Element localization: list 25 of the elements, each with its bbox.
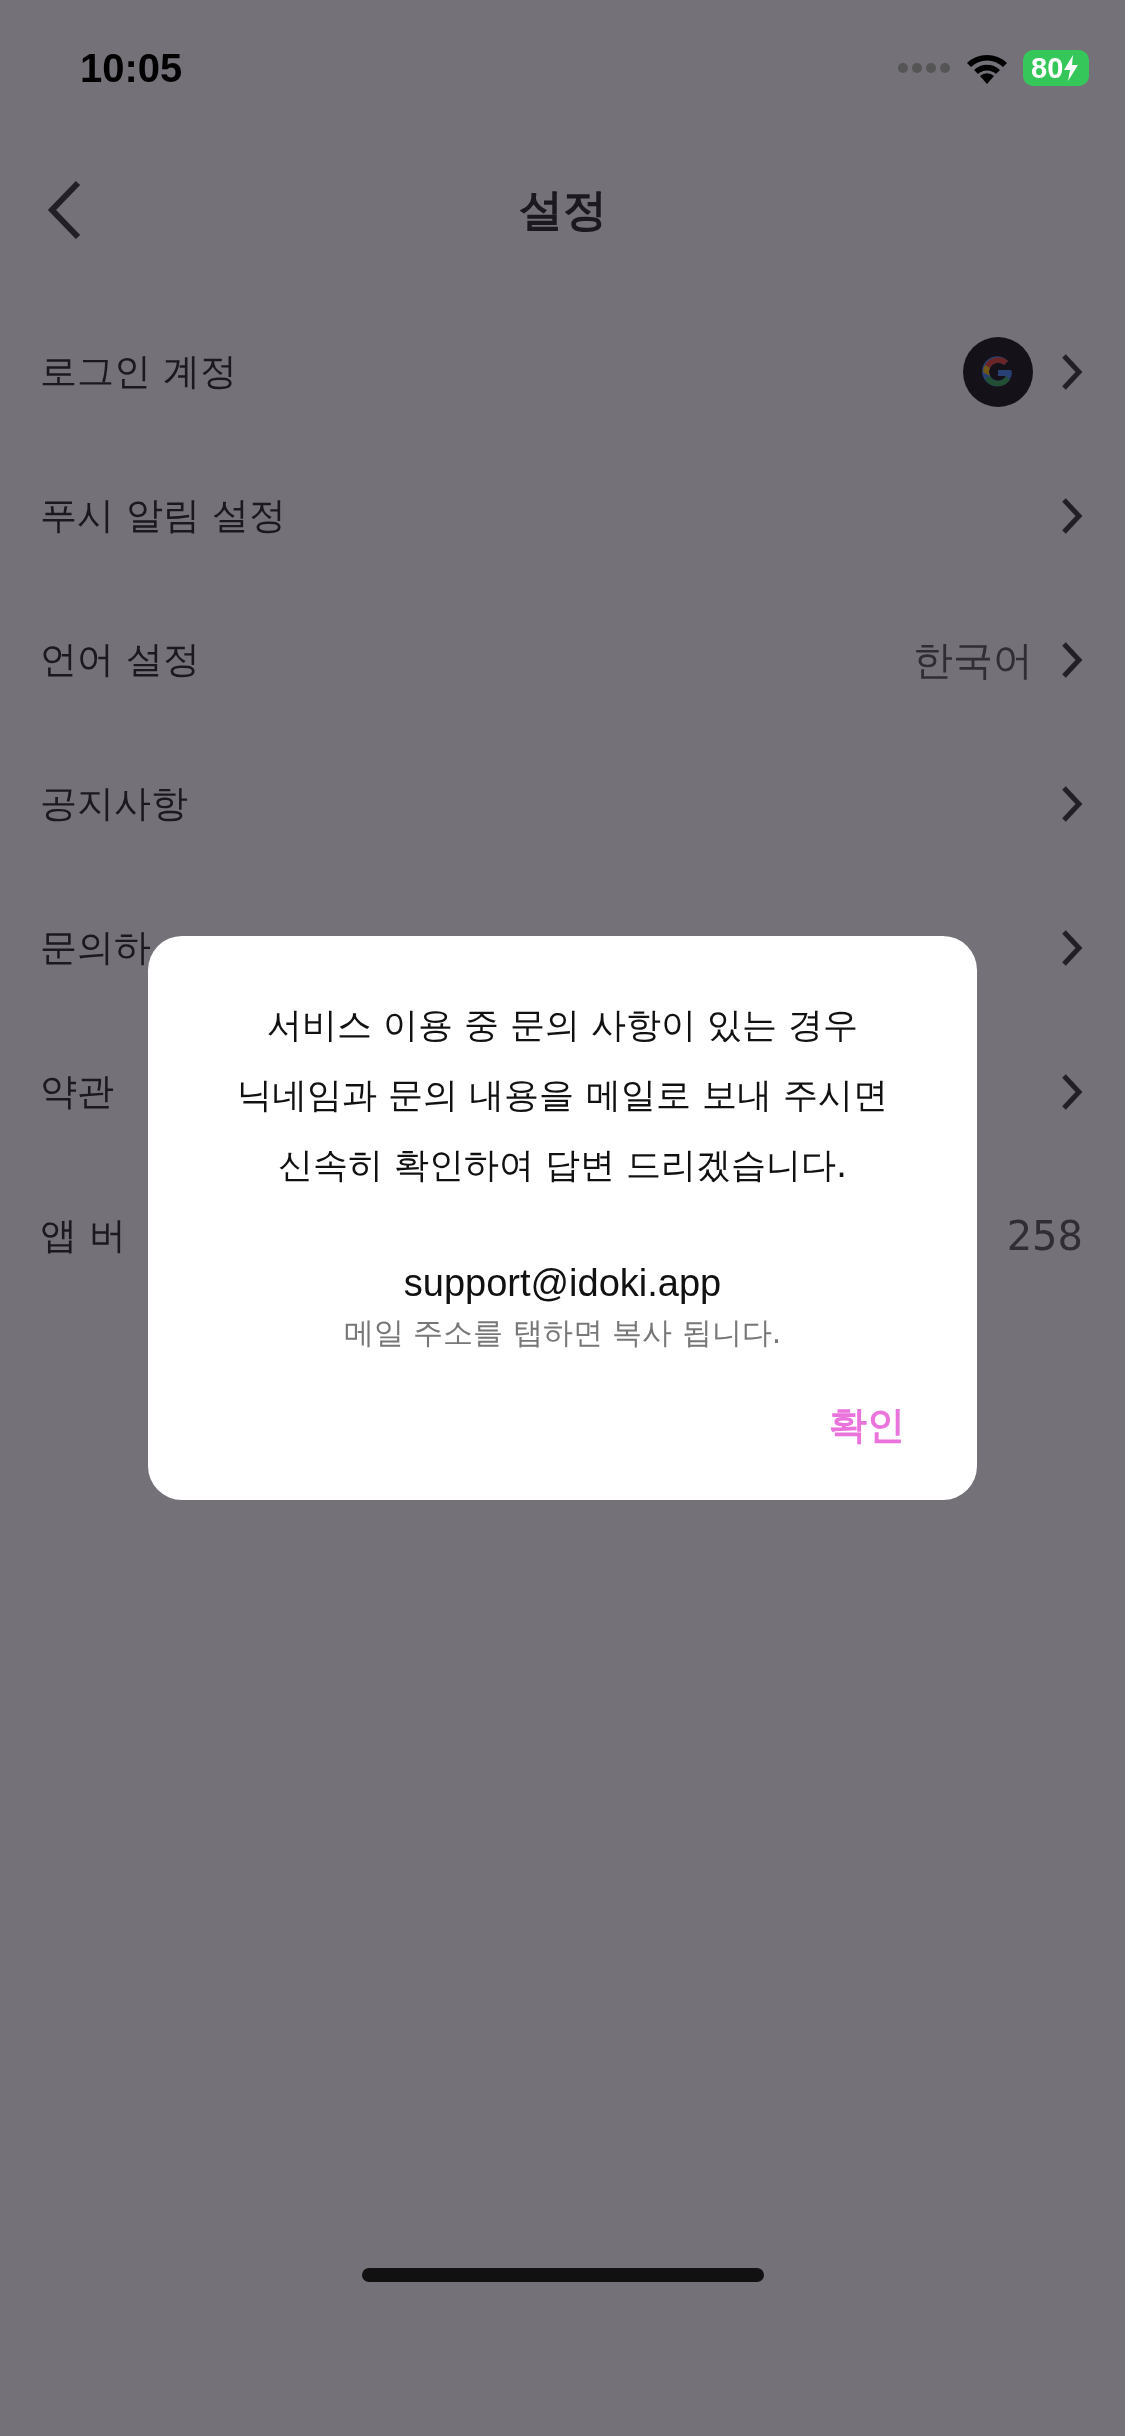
settings-item[interactable]: 언어 설정 <box>40 635 200 685</box>
chevron-icon <box>1061 929 1083 967</box>
settings-item[interactable]: 푸시 알림 설정 <box>40 491 286 541</box>
chevron-icon <box>1061 641 1083 679</box>
dialog-message: 서비스 이용 중 문의 사항이 있는 경우 닉네임과 문의 내용을 메일로 보내 주시면 신속히 확인하여 답변 드리겠습니다. <box>237 1004 888 1187</box>
chevron-icon <box>1061 497 1083 535</box>
settings-item[interactable]: 공지사항 <box>40 779 188 829</box>
settings-item[interactable]: 앱 버 <box>40 1211 126 1261</box>
email-link[interactable]: support@idoki.app <box>403 1262 722 1305</box>
settings-item[interactable]: 약관 <box>40 1067 114 1117</box>
language-value: 한국어 <box>913 635 1033 685</box>
page-title: 설정 <box>518 182 607 237</box>
chevron-icon <box>1061 1073 1083 1111</box>
copy-hint: 메일 주소를 탭하면 복사 됩니다. <box>343 1314 782 1352</box>
battery-icon: 80 <box>1023 50 1089 86</box>
settings-item[interactable]: 로그인 계정 <box>40 347 237 397</box>
version-value: 258 <box>1006 1213 1083 1259</box>
signal-icon <box>897 62 951 74</box>
back-icon[interactable] <box>46 180 82 240</box>
status-time: 10:05 <box>80 45 183 91</box>
chevron-icon <box>1061 785 1083 823</box>
google-icon <box>963 337 1033 407</box>
settings-item[interactable]: 문의하 <box>40 923 151 973</box>
chevron-icon <box>1061 353 1083 391</box>
confirm-button[interactable]: 확인 <box>819 1394 915 1457</box>
